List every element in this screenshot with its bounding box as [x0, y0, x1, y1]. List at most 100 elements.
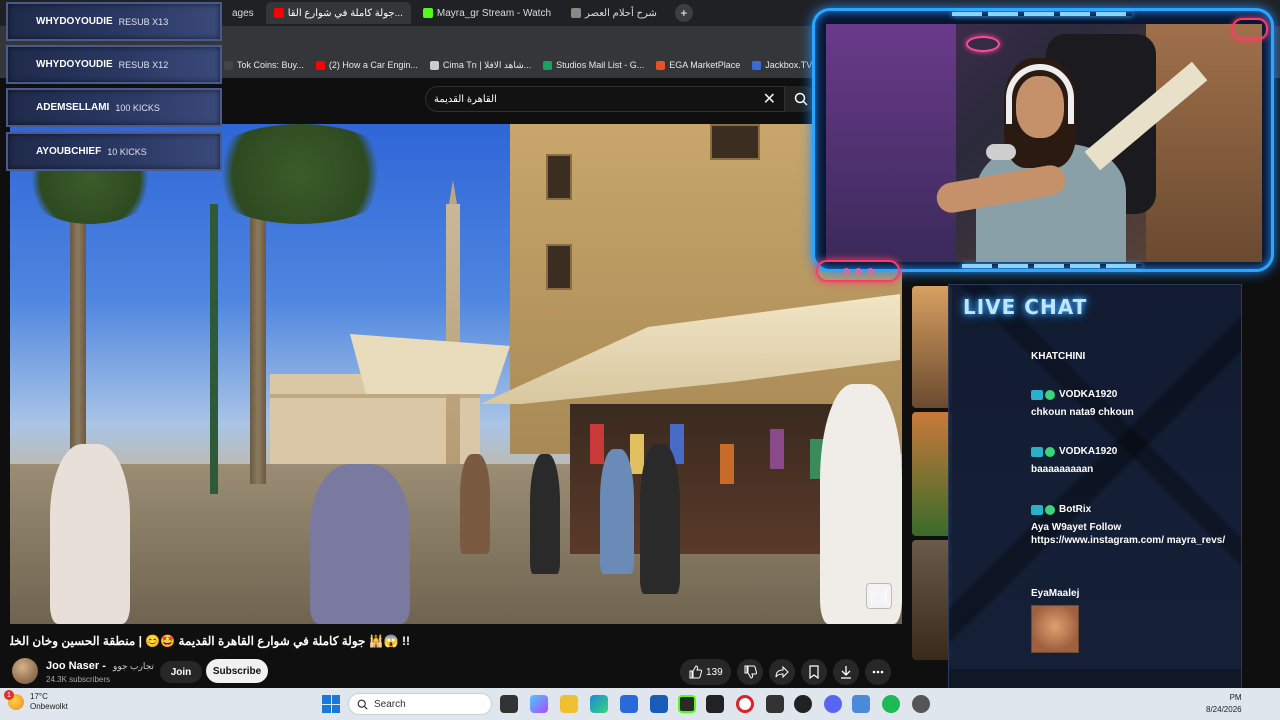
bookmark-label: Studios Mail List - G... — [556, 60, 645, 70]
weather-temp: 17°C — [30, 692, 48, 701]
recommended-video-thumbnail[interactable] — [912, 540, 952, 660]
subscribe-button[interactable]: Subscribe — [206, 659, 268, 683]
search-icon — [794, 92, 808, 106]
new-tab-button[interactable]: + — [674, 4, 693, 22]
chat-title: LIVE CHAT — [963, 295, 1088, 319]
terminal-icon[interactable] — [678, 695, 696, 713]
app-icon[interactable] — [766, 695, 784, 713]
chat-message: EyaMaalej — [1031, 588, 1231, 599]
video-channel-badge-icon: 🍽 — [866, 583, 892, 609]
like-button[interactable]: 139 — [680, 659, 731, 685]
alert-item: WHYDOYOUDIE RESUB X12 — [6, 45, 222, 84]
task-view-icon[interactable] — [500, 695, 518, 713]
video-palm — [200, 124, 400, 224]
page-favicon-icon — [571, 8, 582, 18]
bookmark-item[interactable]: Tok Coins: Buy... — [224, 60, 304, 70]
bookmark-item[interactable]: EGA MarketPlace — [656, 60, 740, 70]
tab-label: Mayra_gr Stream - Watch — [436, 7, 552, 19]
system-clock[interactable]: PM 8/24/2026 — [1206, 692, 1242, 716]
search-input[interactable]: القاهرة القديمة ✕ — [425, 86, 785, 112]
chat-emote-image — [1031, 605, 1079, 653]
weather-widget[interactable]: 17°C Onbewolkt — [4, 690, 68, 712]
chat-message: BotRix Aya W9ayet Follow https://www.ins… — [1031, 504, 1231, 547]
windows-start-icon[interactable] — [322, 695, 340, 713]
chat-username: VODKA1920 — [1059, 389, 1118, 400]
alert-user: AYOUBCHIEF — [36, 146, 102, 157]
alert-item: AYOUBCHIEF 10 KICKS — [6, 132, 222, 171]
app-icon[interactable] — [794, 695, 812, 713]
app-icon[interactable] — [852, 695, 870, 713]
save-button[interactable] — [800, 659, 827, 685]
thumbs-down-icon — [744, 665, 757, 679]
bookmark-item[interactable]: Cima Tn | شاهد الافلا... — [429, 60, 531, 71]
video-person — [50, 444, 130, 624]
video-person — [600, 449, 634, 574]
video-person — [640, 444, 680, 594]
join-button[interactable]: Join — [160, 661, 202, 683]
copilot-icon[interactable] — [530, 695, 548, 713]
chat-username: VODKA1920 — [1059, 446, 1118, 457]
clock-date: 8/24/2026 — [1206, 705, 1242, 714]
neon-decoration — [952, 12, 1132, 16]
tab-youtube-video[interactable]: جولة كاملة في شوارع القا... — [265, 2, 411, 24]
tab-kick-stream[interactable]: Mayra_gr Stream - Watch — [415, 2, 559, 24]
recommended-video-thumbnail[interactable] — [912, 286, 952, 408]
chat-username: KHATCHINI — [1031, 351, 1086, 362]
chat-background — [949, 285, 1241, 703]
chat-message: VODKA1920 baaaaaaaaan — [1031, 446, 1231, 476]
webcam-frame — [812, 8, 1274, 282]
video-person — [460, 454, 490, 554]
channel-name-arabic: تجارب جوو — [112, 661, 154, 671]
chat-message: VODKA1920 chkoun nata9 chkoun — [1031, 389, 1231, 419]
alert-item: WHYDOYOUDIE RESUB X13 — [6, 2, 222, 41]
chat-username: EyaMaalej — [1031, 588, 1080, 599]
channel-name[interactable]: Joo Naser - تجارب جوو — [46, 660, 154, 672]
spotify-icon[interactable] — [882, 695, 900, 713]
video-person — [310, 464, 410, 624]
bookmark-item[interactable]: Jackbox.TV — [752, 60, 812, 70]
tab-0[interactable]: ages — [224, 2, 262, 24]
search-query: القاهرة القديمة — [434, 93, 497, 105]
youtube-favicon-icon — [273, 8, 284, 18]
more-button[interactable] — [864, 659, 891, 685]
video-lamp-post — [210, 204, 218, 494]
chat-badges-icon — [1031, 389, 1055, 400]
alert-user: ADEMSELLAMI — [36, 102, 110, 113]
youtube-favicon-icon — [315, 60, 325, 70]
taskbar — [0, 688, 1280, 720]
taskbar-search-label: Search — [374, 698, 406, 710]
download-button[interactable] — [832, 659, 859, 685]
subscriber-count: 24.3K subscribers — [46, 675, 111, 684]
chat-badges-icon — [1031, 446, 1055, 457]
settings-gear-icon[interactable] — [912, 695, 930, 713]
tab-label: جولة كاملة في شوارع القا... — [287, 7, 403, 19]
file-explorer-icon[interactable] — [560, 695, 578, 713]
chat-text: baaaaaaaaan — [1031, 464, 1094, 475]
edge-icon[interactable] — [590, 695, 608, 713]
jackbox-icon — [752, 60, 762, 70]
video-player[interactable] — [10, 124, 902, 624]
avatar[interactable] — [12, 658, 38, 684]
opera-icon[interactable] — [736, 695, 754, 713]
taskbar-search[interactable]: Search — [348, 693, 492, 715]
outlook-icon[interactable] — [620, 695, 638, 713]
sheets-icon — [543, 60, 553, 70]
bookmark-icon — [429, 60, 439, 70]
bookmark-item[interactable]: (2) How a Car Engin... — [315, 60, 418, 70]
app-icon[interactable] — [706, 695, 724, 713]
alert-event: 100 KICKS — [115, 102, 160, 113]
like-count: 139 — [706, 666, 723, 678]
bookmark-item[interactable]: Studios Mail List - G... — [543, 60, 644, 70]
bookmark-label: Tok Coins: Buy... — [237, 60, 304, 70]
app-icon[interactable] — [650, 695, 668, 713]
discord-icon[interactable] — [824, 695, 842, 713]
tab-arabic-page[interactable]: شرح أحلام العصر — [563, 2, 665, 24]
share-button[interactable] — [768, 659, 795, 685]
screen: ages جولة كاملة في شوارع القا... Mayra_g… — [0, 0, 1280, 720]
dislike-button[interactable] — [736, 659, 763, 685]
clear-search-icon[interactable]: ✕ — [763, 89, 776, 109]
recommended-video-thumbnail[interactable] — [912, 412, 952, 536]
search-icon — [357, 699, 368, 710]
chat-message: KHATCHINI — [1031, 351, 1231, 362]
gamepad-icon — [1232, 18, 1268, 40]
